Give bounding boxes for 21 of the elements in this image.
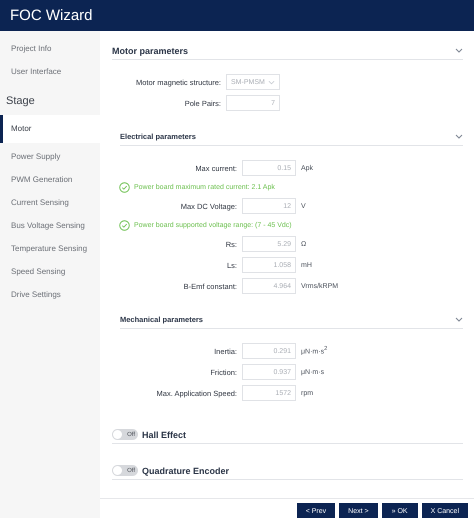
sidebar-item[interactable]: User Interface xyxy=(0,60,100,83)
chevron-icon[interactable] xyxy=(455,317,463,322)
sidebar-item[interactable]: Bus Voltage Sensing xyxy=(0,214,100,237)
chevron-icon[interactable] xyxy=(455,48,463,53)
sidebar-item[interactable]: Drive Settings xyxy=(0,283,100,306)
sidebar-item[interactable]: Temperature Sensing xyxy=(0,237,100,260)
section-title: Hall Effect xyxy=(142,430,186,440)
sidebar-item[interactable]: Power Supply xyxy=(0,145,100,168)
section-heading: Stage xyxy=(5,94,36,109)
check-circle-icon xyxy=(119,182,130,192)
chevron-icon[interactable] xyxy=(455,134,463,139)
sidebar-item[interactable]: Current Sensing xyxy=(0,191,100,214)
window-title: FOC Wizard xyxy=(10,7,92,24)
sidebar-item[interactable]: Project Info xyxy=(0,37,100,60)
sidebar-item[interactable]: PWM Generation xyxy=(0,168,100,191)
section-title: Motor parameters xyxy=(112,46,188,56)
sidebar-item[interactable]: Speed Sensing xyxy=(0,260,100,283)
section-title: Quadrature Encoder xyxy=(142,466,230,476)
check-circle-icon xyxy=(119,220,130,230)
sidebar-item[interactable]: Motor xyxy=(0,115,100,143)
chevron-icon xyxy=(268,80,275,84)
